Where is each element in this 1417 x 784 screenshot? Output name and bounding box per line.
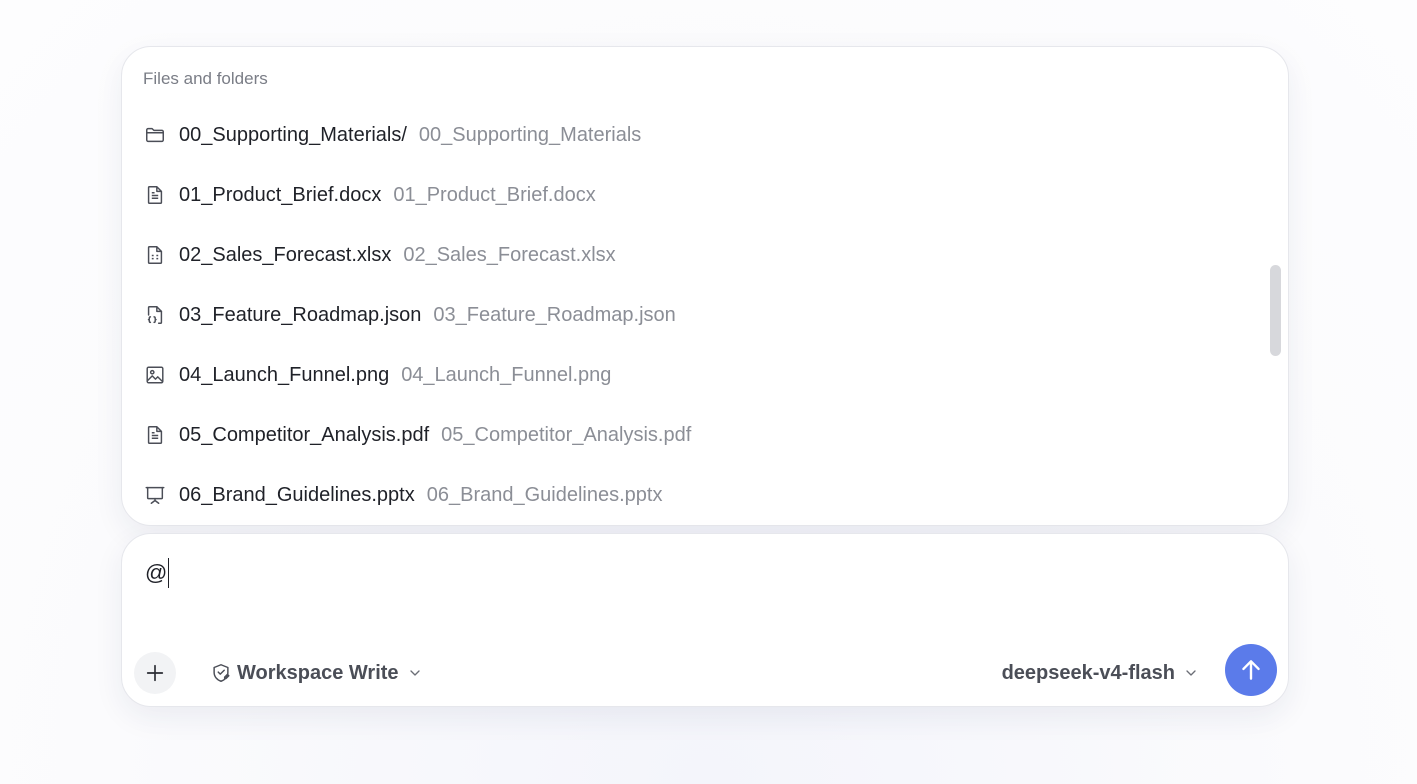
file-item-supporting-materials[interactable]: 00_Supporting_Materials/ 00_Supporting_M… bbox=[122, 105, 1288, 165]
file-name: 02_Sales_Forecast.xlsx bbox=[179, 243, 392, 266]
presentation-icon bbox=[144, 484, 166, 506]
file-item-sales-forecast[interactable]: 02_Sales_Forecast.xlsx 02_Sales_Forecast… bbox=[122, 225, 1288, 285]
plus-icon bbox=[146, 664, 164, 682]
file-item-competitor-analysis[interactable]: 05_Competitor_Analysis.pdf 05_Competitor… bbox=[122, 405, 1288, 465]
popup-heading: Files and folders bbox=[143, 69, 268, 88]
text-caret bbox=[168, 558, 170, 588]
file-name: 03_Feature_Roadmap.json bbox=[179, 303, 422, 326]
file-path: 05_Competitor_Analysis.pdf bbox=[441, 423, 692, 446]
document-icon bbox=[144, 184, 166, 206]
file-name: 00_Supporting_Materials/ bbox=[179, 123, 407, 146]
chevron-down-icon bbox=[409, 670, 420, 676]
file-path: 02_Sales_Forecast.xlsx bbox=[403, 243, 616, 266]
message-input[interactable]: @ bbox=[145, 558, 170, 588]
popup-scrollbar[interactable] bbox=[1270, 265, 1281, 356]
file-name: 06_Brand_Guidelines.pptx bbox=[179, 483, 415, 506]
code-file-icon bbox=[144, 304, 166, 326]
document-icon bbox=[144, 424, 166, 446]
permission-selector[interactable]: Workspace Write bbox=[210, 658, 423, 688]
mention-popup: Files and folders 00_Supporting_Material… bbox=[121, 46, 1289, 526]
arrow-up-icon bbox=[1242, 660, 1260, 680]
file-path: 01_Product_Brief.docx bbox=[393, 183, 596, 206]
file-name: 01_Product_Brief.docx bbox=[179, 183, 382, 206]
message-input-value: @ bbox=[145, 560, 168, 585]
spreadsheet-icon bbox=[144, 244, 166, 266]
file-item-feature-roadmap[interactable]: 03_Feature_Roadmap.json 03_Feature_Roadm… bbox=[122, 285, 1288, 345]
shield-edit-icon bbox=[213, 664, 230, 682]
file-path: 00_Supporting_Materials bbox=[418, 123, 642, 146]
model-label: deepseek-v4-flash bbox=[1001, 661, 1175, 684]
file-item-launch-funnel[interactable]: 04_Launch_Funnel.png 04_Launch_Funnel.pn… bbox=[122, 345, 1288, 405]
model-selector[interactable]: deepseek-v4-flash bbox=[1002, 658, 1199, 688]
image-icon bbox=[144, 364, 166, 386]
file-name: 04_Launch_Funnel.png bbox=[179, 363, 390, 386]
chevron-down-icon bbox=[1186, 670, 1196, 676]
attach-button[interactable] bbox=[134, 652, 176, 694]
file-item-brand-guidelines[interactable]: 06_Brand_Guidelines.pptx 06_Brand_Guidel… bbox=[122, 465, 1288, 525]
file-name: 05_Competitor_Analysis.pdf bbox=[179, 423, 430, 446]
folder-icon bbox=[144, 124, 166, 146]
file-path: 06_Brand_Guidelines.pptx bbox=[426, 483, 663, 506]
file-path: 04_Launch_Funnel.png bbox=[401, 363, 612, 386]
send-button[interactable] bbox=[1225, 644, 1277, 696]
file-path: 03_Feature_Roadmap.json bbox=[433, 303, 676, 326]
permission-label: Workspace Write bbox=[237, 661, 399, 684]
file-list: 00_Supporting_Materials/ 00_Supporting_M… bbox=[122, 105, 1288, 525]
composer: @ Workspace Write deepseek-v4-flash bbox=[121, 533, 1289, 707]
file-item-product-brief[interactable]: 01_Product_Brief.docx 01_Product_Brief.d… bbox=[122, 165, 1288, 225]
